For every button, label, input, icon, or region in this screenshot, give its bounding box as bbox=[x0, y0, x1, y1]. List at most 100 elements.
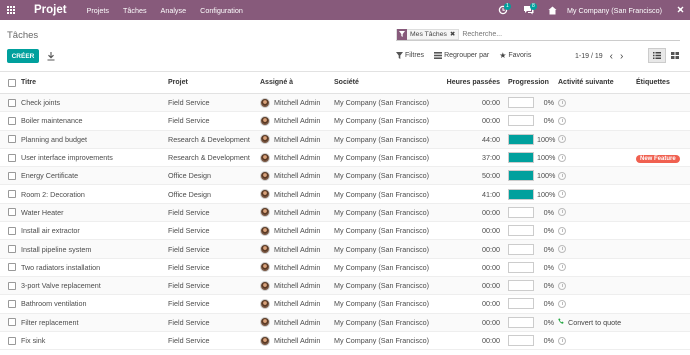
task-assignee: Mitchell Admin bbox=[260, 280, 334, 291]
apps-icon[interactable] bbox=[0, 0, 22, 20]
favorites-dropdown[interactable]: ★ Favoris bbox=[499, 51, 531, 60]
table-row[interactable]: Boiler maintenance Field Service Mitchel… bbox=[0, 112, 690, 131]
col-title[interactable]: Titre bbox=[21, 79, 168, 86]
row-checkbox[interactable] bbox=[7, 171, 16, 180]
row-checkbox[interactable] bbox=[7, 190, 16, 199]
row-checkbox[interactable] bbox=[7, 281, 16, 290]
chevron-left-icon[interactable]: ‹ bbox=[610, 51, 613, 62]
task-progress: 0% bbox=[504, 115, 556, 127]
table-header: Titre Projet Assigné à Société Heures pa… bbox=[0, 72, 690, 94]
task-activity[interactable] bbox=[556, 281, 636, 290]
col-activity[interactable]: Activité suivante bbox=[556, 79, 636, 86]
table-body: Check joints Field Service Mitchell Admi… bbox=[0, 94, 690, 351]
task-hours: 00:00 bbox=[482, 262, 500, 272]
table-row[interactable]: User interface improvements Research & D… bbox=[0, 149, 690, 168]
table-row[interactable]: Two radiators installation Field Service… bbox=[0, 259, 690, 277]
task-company: My Company (San Francisco) bbox=[334, 226, 430, 236]
task-assignee: Mitchell Admin bbox=[260, 317, 334, 328]
menu-item-analyse[interactable]: Analyse bbox=[161, 6, 187, 15]
task-activity[interactable] bbox=[556, 171, 636, 180]
task-activity[interactable] bbox=[556, 336, 636, 345]
progress-bar bbox=[508, 335, 534, 346]
create-button[interactable]: CRÉER bbox=[7, 49, 39, 63]
row-checkbox[interactable] bbox=[7, 226, 16, 235]
task-activity[interactable]: Convert to quote bbox=[556, 318, 636, 327]
task-project: Office Design bbox=[168, 189, 212, 199]
task-project: Research & Development bbox=[168, 134, 250, 144]
task-hours: 00:00 bbox=[482, 207, 500, 217]
pager-value[interactable]: 1-19 / 19 bbox=[575, 53, 603, 60]
col-assigned[interactable]: Assigné à bbox=[260, 79, 334, 86]
task-activity[interactable] bbox=[556, 190, 636, 199]
menu-item-taches[interactable]: Tâches bbox=[123, 6, 147, 15]
download-icon[interactable] bbox=[46, 50, 56, 62]
task-title: Energy Certificate bbox=[21, 171, 79, 181]
col-hours[interactable]: Heures passées bbox=[442, 79, 504, 86]
list-view-icon[interactable] bbox=[648, 48, 666, 63]
task-activity[interactable] bbox=[556, 116, 636, 125]
task-assignee: Mitchell Admin bbox=[260, 244, 334, 255]
task-activity[interactable] bbox=[556, 135, 636, 144]
row-checkbox[interactable] bbox=[7, 336, 16, 345]
col-tags[interactable]: Étiquettes bbox=[636, 79, 690, 86]
task-activity[interactable] bbox=[556, 208, 636, 217]
systray: 1 8 My Company (San Francisco) bbox=[493, 0, 690, 20]
row-checkbox[interactable] bbox=[7, 299, 16, 308]
table-row[interactable]: Filter replacement Field Service Mitchel… bbox=[0, 313, 690, 332]
task-title: Check joints bbox=[21, 98, 61, 108]
table-row[interactable]: Install air extractor Field Service Mitc… bbox=[0, 222, 690, 241]
col-progress[interactable]: Progression bbox=[504, 79, 556, 86]
task-activity[interactable] bbox=[556, 226, 636, 235]
row-checkbox[interactable] bbox=[7, 98, 16, 107]
table-row[interactable]: Bathroom ventilation Field Service Mitch… bbox=[0, 295, 690, 314]
kanban-view-icon[interactable] bbox=[666, 48, 684, 63]
groupby-dropdown[interactable]: Regrouper par bbox=[434, 52, 489, 59]
task-activity[interactable] bbox=[556, 299, 636, 308]
col-project[interactable]: Projet bbox=[168, 79, 260, 86]
table-row[interactable]: 3-port Valve replacement Field Service M… bbox=[0, 276, 690, 296]
row-checkbox[interactable] bbox=[7, 116, 16, 125]
clock-icon bbox=[558, 190, 566, 199]
col-company[interactable]: Société bbox=[334, 79, 442, 86]
company-switcher[interactable]: My Company (San Francisco) bbox=[567, 6, 662, 15]
table-row[interactable]: Check joints Field Service Mitchell Admi… bbox=[0, 94, 690, 113]
menu-item-configuration[interactable]: Configuration bbox=[200, 6, 243, 15]
search-input[interactable] bbox=[462, 30, 633, 38]
avatar bbox=[260, 262, 270, 273]
filters-dropdown[interactable]: Filtres bbox=[396, 52, 424, 59]
task-hours: 00:00 bbox=[482, 336, 500, 345]
task-assignee: Mitchell Admin bbox=[260, 207, 334, 218]
clock-icon bbox=[558, 135, 566, 144]
row-checkbox[interactable] bbox=[7, 245, 16, 254]
task-activity[interactable] bbox=[556, 98, 636, 107]
row-checkbox[interactable] bbox=[7, 263, 16, 272]
table-row[interactable]: Room 2: Decoration Office Design Mitchel… bbox=[0, 185, 690, 204]
task-title: Two radiators installation bbox=[21, 262, 101, 272]
row-select-cell bbox=[0, 299, 21, 308]
row-checkbox[interactable] bbox=[7, 318, 16, 327]
table-row[interactable]: Water Heater Field Service Mitchell Admi… bbox=[0, 203, 690, 223]
debug-icon[interactable] bbox=[670, 5, 690, 16]
row-checkbox[interactable] bbox=[7, 153, 16, 162]
assignee-name: Mitchell Admin bbox=[274, 207, 321, 217]
table-row[interactable]: Planning and budget Research & Developme… bbox=[0, 130, 690, 149]
row-checkbox[interactable] bbox=[7, 208, 16, 217]
menu-item-projets[interactable]: Projets bbox=[87, 6, 109, 15]
filter-icon bbox=[397, 28, 407, 40]
activity-icon[interactable]: 1 bbox=[493, 0, 513, 20]
task-activity[interactable] bbox=[556, 153, 636, 162]
task-project: Field Service bbox=[168, 262, 210, 272]
close-icon[interactable]: ✖ bbox=[450, 30, 458, 38]
task-hours: 00:00 bbox=[482, 281, 500, 291]
table-row[interactable]: Install pipeline system Field Service Mi… bbox=[0, 240, 690, 259]
row-select-cell bbox=[0, 226, 21, 235]
table-row[interactable]: Fix sink Field Service Mitchell Admin My… bbox=[0, 332, 690, 351]
table-row[interactable]: Energy Certificate Office Design Mitchel… bbox=[0, 167, 690, 186]
row-checkbox[interactable] bbox=[7, 135, 16, 144]
task-progress: 0% bbox=[504, 298, 556, 310]
chevron-right-icon[interactable]: › bbox=[620, 51, 623, 62]
chat-icon[interactable]: 8 bbox=[519, 0, 539, 20]
select-all-checkbox[interactable] bbox=[7, 78, 16, 87]
task-activity[interactable] bbox=[556, 263, 636, 272]
task-activity[interactable] bbox=[556, 245, 636, 254]
